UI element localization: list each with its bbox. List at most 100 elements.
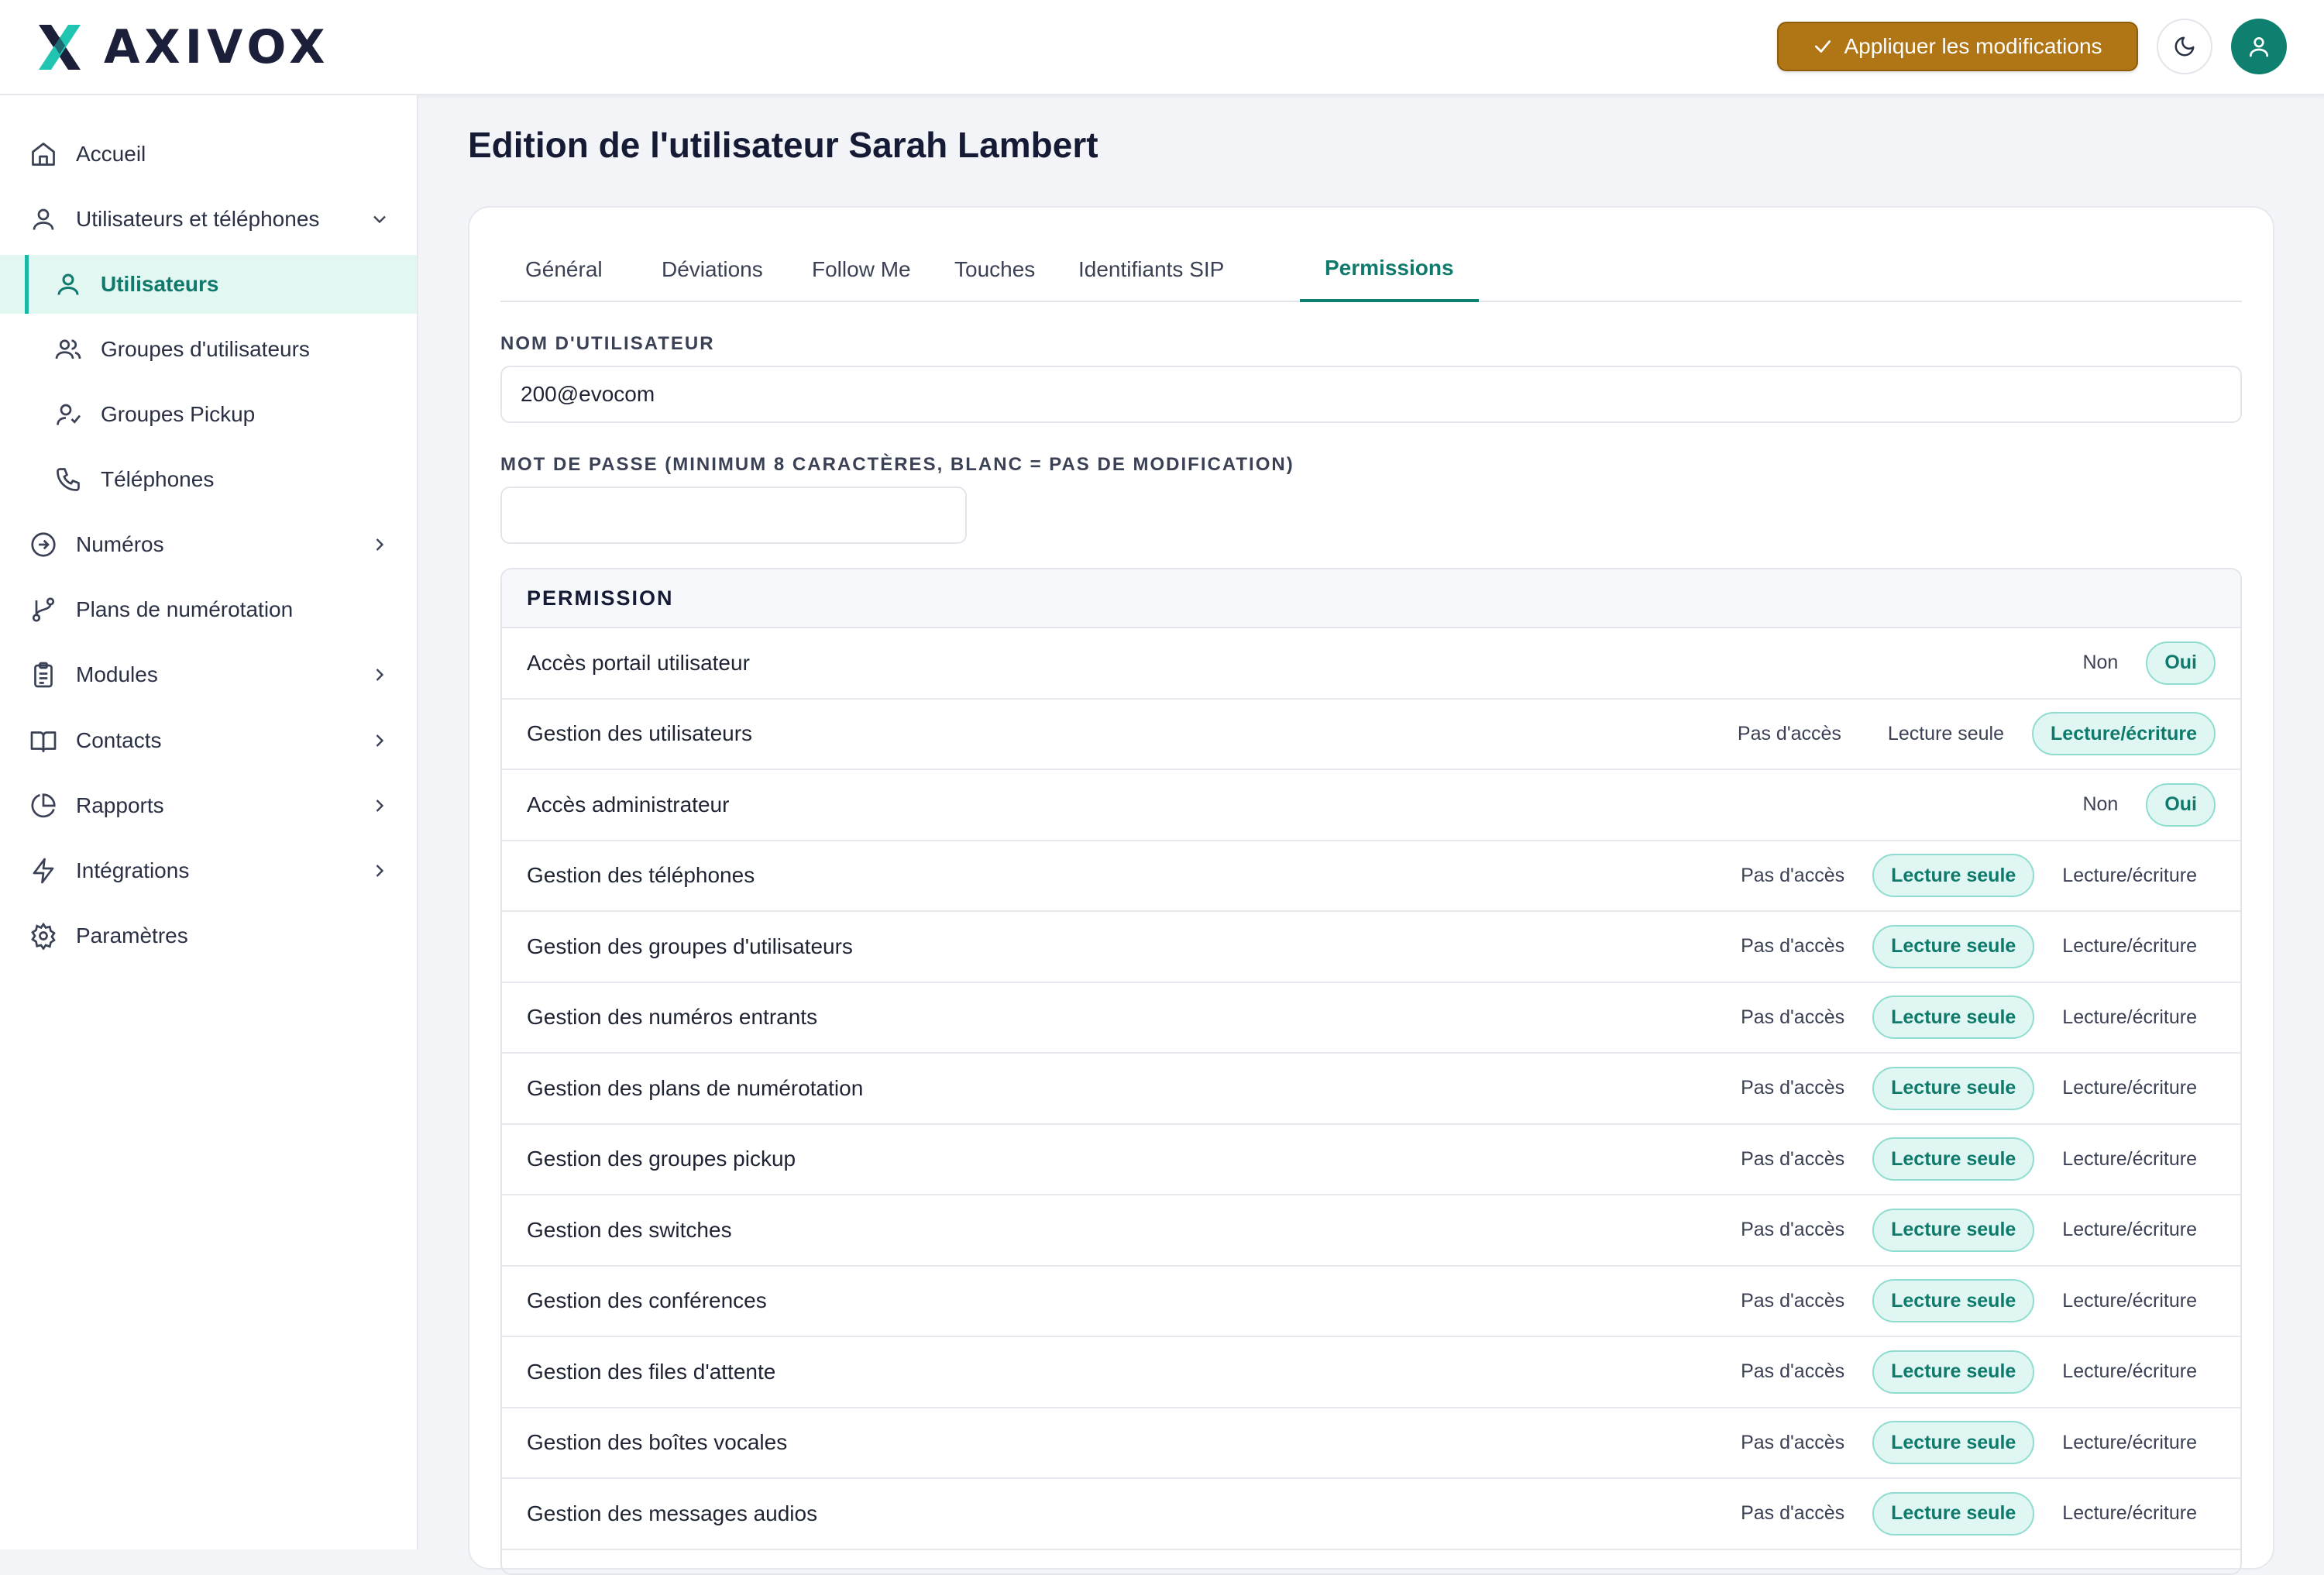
tab-follow-me[interactable]: Follow Me	[787, 237, 936, 302]
permission-options: Pas d'accès Lecture seule Lecture/écriture	[1713, 1337, 2216, 1407]
permission-option[interactable]: Lecture/écriture	[2044, 1350, 2216, 1394]
permission-option[interactable]: Lecture/écriture	[2044, 1421, 2216, 1464]
permission-option[interactable]: Pas d'accès	[1719, 712, 1860, 755]
sidebar-item-utilisateurs[interactable]: Utilisateurs	[0, 255, 417, 314]
tab-general[interactable]: Général	[500, 237, 627, 302]
tab-deviations[interactable]: Déviations	[637, 237, 788, 302]
permission-option[interactable]: Lecture seule	[1872, 924, 2035, 968]
chevron-right-icon	[376, 734, 384, 747]
permission-option[interactable]: Lecture seule	[1872, 996, 2035, 1040]
permission-option[interactable]: Lecture seule	[1872, 1208, 2035, 1252]
sidebar-item-plans-numerotation[interactable]: Plans de numérotation	[0, 580, 417, 639]
permission-option[interactable]: Pas d'accès	[1722, 1421, 1863, 1464]
sidebar-item-contacts[interactable]: Contacts	[0, 711, 417, 770]
chevron-right-icon	[376, 800, 384, 812]
chevron-right-icon	[376, 669, 384, 681]
user-avatar[interactable]	[2231, 19, 2287, 74]
permission-row: Accès portail utilisateur Non Oui	[502, 628, 2240, 700]
permission-name: Accès administrateur	[527, 792, 730, 817]
permission-option[interactable]: Pas d'accès	[1722, 1067, 1863, 1110]
permission-option[interactable]: Lecture/écriture	[2044, 1279, 2216, 1322]
permission-options: Non Oui	[2054, 770, 2216, 840]
sidebar-item-groupes-pickup[interactable]: Groupes Pickup	[0, 385, 417, 444]
sidebar-item-label: Numéros	[76, 532, 164, 556]
permission-option[interactable]: Lecture/écriture	[2044, 1067, 2216, 1110]
chevron-right-icon	[376, 865, 384, 877]
permission-options: Pas d'accès Lecture seule Lecture/écriture	[1713, 1479, 2216, 1549]
permission-row: Gestion des numéros entrants Pas d'accès L…	[502, 983, 2240, 1054]
password-field[interactable]	[500, 487, 967, 544]
permission-option[interactable]: Lecture seule	[1872, 1350, 2035, 1394]
permission-option[interactable]: Lecture seule	[1872, 1491, 2035, 1535]
bolt-icon	[33, 858, 54, 884]
username-field[interactable]: 200@evocom	[500, 366, 2242, 423]
sidebar: Accueil Utilisateurs et téléphones Utili…	[0, 95, 418, 1549]
tab-identifiants-sip[interactable]: Identifiants SIP	[1054, 237, 1249, 302]
permission-option[interactable]: Oui	[2146, 641, 2216, 685]
sidebar-item-modules[interactable]: Modules	[0, 645, 417, 704]
permission-row: Accès administrateur Non Oui	[502, 770, 2240, 841]
sidebar-item-numeros[interactable]: Numéros	[0, 515, 417, 574]
permission-option[interactable]: Lecture/écriture	[2044, 1209, 2216, 1252]
top-header: AXIVOX Appliquer les modifications	[0, 0, 2324, 95]
permission-options: Pas d'accès Lecture seule Lecture/écriture	[1713, 1125, 2216, 1195]
permission-option[interactable]: Lecture/écriture	[2044, 854, 2216, 897]
permission-option[interactable]: Pas d'accès	[1722, 1137, 1863, 1181]
permission-option[interactable]: Lecture/écriture	[2044, 1492, 2216, 1535]
sidebar-item-groupes-utilisateurs[interactable]: Groupes d'utilisateurs	[0, 320, 417, 379]
permission-option[interactable]: Oui	[2146, 782, 2216, 827]
apply-changes-button[interactable]: Appliquer les modifications	[1777, 22, 2138, 71]
theme-toggle-button[interactable]	[2157, 19, 2212, 74]
permission-option[interactable]: Non	[2064, 783, 2137, 827]
permission-options: Pas d'accès Lecture seule Lecture/écriture	[1713, 983, 2216, 1053]
permission-option[interactable]: Pas d'accès	[1722, 854, 1863, 897]
sidebar-item-label: Plans de numérotation	[76, 597, 294, 621]
permission-option[interactable]: Pas d'accès	[1722, 925, 1863, 968]
permission-options: Pas d'accès Lecture seule Lecture/écriture	[1713, 841, 2216, 911]
permission-option[interactable]: Pas d'accès	[1722, 1350, 1863, 1394]
check-icon	[1815, 40, 1831, 53]
tab-permissions[interactable]: Permissions	[1300, 237, 1479, 302]
user-icon	[2250, 37, 2268, 57]
sidebar-item-integrations[interactable]: Intégrations	[0, 841, 417, 900]
permission-option[interactable]: Pas d'accès	[1722, 1492, 1863, 1535]
permission-option[interactable]: Lecture seule	[1872, 1137, 2035, 1181]
permission-row: Gestion des switches Pas d'accès Lecture s…	[502, 1195, 2240, 1267]
permission-row: Gestion des plans de numérotation Pas d'a…	[502, 1054, 2240, 1125]
sidebar-item-parametres[interactable]: Paramètres	[0, 906, 417, 965]
permission-option[interactable]: Lecture seule	[1869, 712, 2023, 755]
sidebar-item-rapports[interactable]: Rapports	[0, 776, 417, 835]
logo[interactable]: AXIVOX	[34, 20, 330, 74]
users-icon	[55, 339, 81, 359]
clipboard-icon	[34, 662, 53, 688]
permission-option[interactable]: Lecture/écriture	[2032, 712, 2216, 756]
sidebar-item-accueil[interactable]: Accueil	[0, 125, 417, 184]
permissions-rows: Accès portail utilisateur Non Oui Gestion d…	[502, 628, 2240, 1550]
permission-option[interactable]: Lecture seule	[1872, 854, 2035, 898]
permission-options: Pas d'accès Lecture seule Lecture/écriture	[1713, 1195, 2216, 1265]
permission-option[interactable]: Pas d'accès	[1722, 1279, 1863, 1322]
chevron-down-icon	[373, 215, 386, 224]
permission-options: Pas d'accès Lecture seule Lecture/écriture	[1713, 912, 2216, 982]
git-branch-icon	[32, 597, 55, 622]
user-check-icon	[57, 404, 81, 425]
sidebar-item-label: Modules	[76, 662, 158, 686]
permission-option[interactable]: Pas d'accès	[1722, 1209, 1863, 1252]
permission-option[interactable]: Pas d'accès	[1722, 996, 1863, 1039]
permission-option[interactable]: Lecture seule	[1872, 1421, 2035, 1465]
tab-bar: Général Déviations Follow Me Touches Ide…	[500, 237, 2242, 302]
permission-option[interactable]: Lecture/écriture	[2044, 1137, 2216, 1181]
sidebar-item-utilisateurs-et-telephones[interactable]: Utilisateurs et téléphones	[0, 190, 417, 249]
permissions-table: PERMISSION Accès portail utilisateur Non O…	[500, 568, 2242, 1575]
permission-option[interactable]: Lecture seule	[1872, 1279, 2035, 1323]
sidebar-item-telephones[interactable]: Téléphones	[0, 450, 417, 509]
permission-options: Non Oui	[2054, 628, 2216, 698]
tab-touches[interactable]: Touches	[930, 237, 1060, 302]
brand-name: AXIVOX	[104, 20, 330, 74]
permission-option[interactable]: Lecture/écriture	[2044, 925, 2216, 968]
permission-options: Pas d'accès Lecture seule Lecture/écriture	[1713, 1408, 2216, 1478]
permission-options: Pas d'accès Lecture seule Lecture/écriture	[1710, 700, 2216, 769]
permission-option[interactable]: Lecture/écriture	[2044, 996, 2216, 1039]
permission-option[interactable]: Non	[2064, 641, 2137, 685]
permission-option[interactable]: Lecture seule	[1872, 1066, 2035, 1110]
